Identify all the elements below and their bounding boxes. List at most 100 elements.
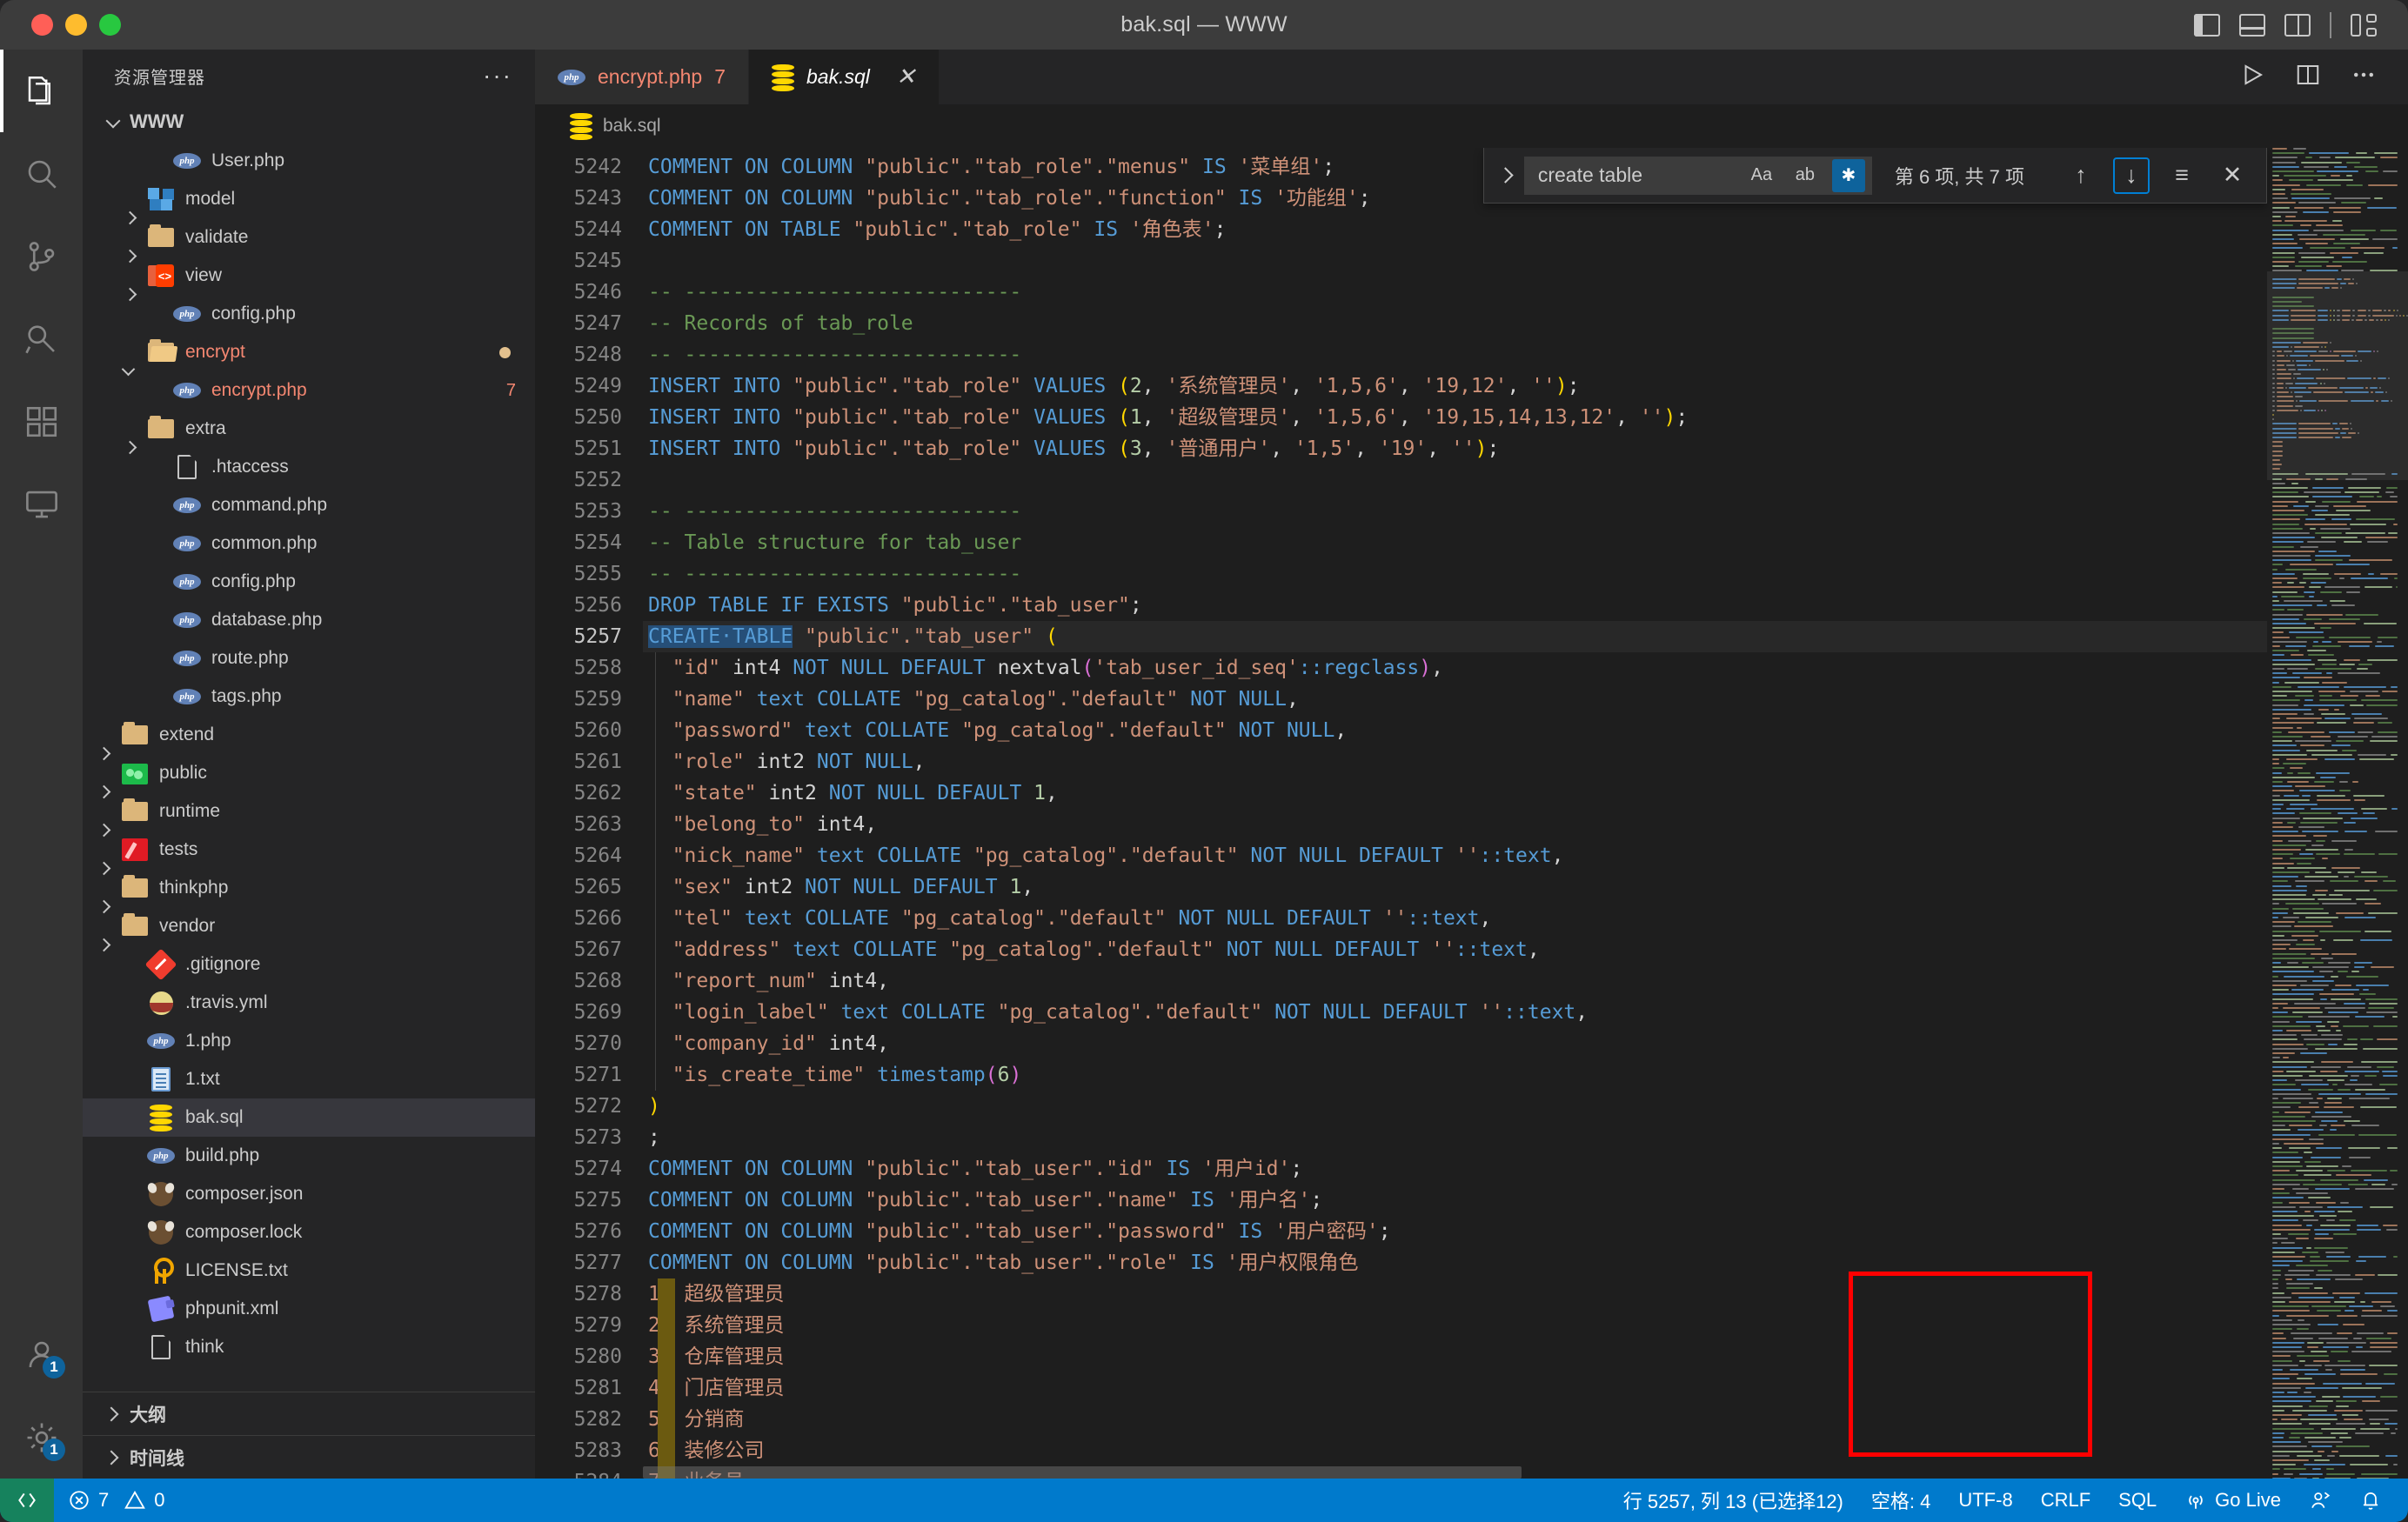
code-line[interactable]: 6: 装修公司	[643, 1435, 2267, 1466]
outline-panel-header[interactable]: 大纲	[83, 1392, 535, 1435]
scrollbar-thumb[interactable]	[643, 1466, 1522, 1479]
chevron-right-icon[interactable]	[102, 1403, 124, 1425]
code-line[interactable]: "nick_name" text COLLATE "pg_catalog"."d…	[643, 840, 2267, 871]
close-tab-icon[interactable]: ✕	[896, 65, 916, 89]
code-line[interactable]: COMMENT ON COLUMN "public"."tab_user"."i…	[643, 1153, 2267, 1185]
code-line[interactable]: -- ----------------------------	[643, 339, 2267, 370]
toggle-panel-icon[interactable]	[2239, 13, 2265, 37]
tab-bak-sql[interactable]: bak.sql ✕	[749, 50, 940, 104]
file-tree-folder[interactable]: public	[83, 754, 535, 792]
code-line[interactable]: "login_label" text COLLATE "pg_catalog".…	[643, 997, 2267, 1028]
file-tree-item[interactable]: php encrypt.php 7	[83, 371, 535, 410]
code-line[interactable]: "company_id" int4,	[643, 1028, 2267, 1059]
code-line[interactable]: 5: 分销商	[643, 1404, 2267, 1435]
file-tree-item[interactable]: composer.json	[83, 1175, 535, 1213]
code-line[interactable]: )	[643, 1091, 2267, 1122]
minimize-window-button[interactable]	[65, 14, 87, 36]
file-tree-item[interactable]: 1.txt	[83, 1060, 535, 1098]
status-cursor-position[interactable]: 行 5257, 列 13 (已选择12)	[1609, 1479, 1857, 1522]
chevron-right-icon[interactable]	[102, 1446, 124, 1469]
file-tree[interactable]: php User.php model validate <> view php config.…	[83, 142, 535, 1392]
sidebar-more-actions-icon[interactable]: ···	[483, 63, 512, 88]
code-line[interactable]: "name" text COLLATE "pg_catalog"."defaul…	[643, 684, 2267, 715]
file-tree-folder[interactable]: extra	[83, 410, 535, 448]
file-tree-item[interactable]: php build.php	[83, 1137, 535, 1175]
file-tree-item[interactable]: php database.php	[83, 601, 535, 639]
code-line[interactable]: COMMENT ON COLUMN "public"."tab_user"."p…	[643, 1216, 2267, 1247]
code-line[interactable]: ;	[643, 1122, 2267, 1153]
minimap[interactable]	[2267, 148, 2408, 1479]
find-widget[interactable]: create table Aa ab ✱ 第 6 项, 共 7 项 ↑ ↓ ≡ …	[1482, 148, 2267, 204]
window-controls[interactable]	[0, 14, 121, 36]
toggle-secondary-sidebar-icon[interactable]	[2284, 13, 2311, 37]
file-tree-item[interactable]: phpunit.xml	[83, 1290, 535, 1328]
code-line[interactable]: 1: 超级管理员	[643, 1278, 2267, 1310]
minimap-slider[interactable]	[2267, 271, 2408, 480]
code-line[interactable]: INSERT INTO "public"."tab_role" VALUES (…	[643, 433, 2267, 464]
file-tree-folder[interactable]: <> view	[83, 257, 535, 295]
activity-source-control-icon[interactable]	[0, 215, 83, 297]
code-line[interactable]: DROP TABLE IF EXISTS "public"."tab_user"…	[643, 590, 2267, 621]
breadcrumb[interactable]: bak.sql	[535, 104, 2408, 148]
file-tree-folder[interactable]: tests	[83, 831, 535, 869]
code-line[interactable]: -- Table structure for tab_user	[643, 527, 2267, 558]
file-tree-folder[interactable]: thinkphp	[83, 869, 535, 907]
file-tree-item[interactable]: php route.php	[83, 639, 535, 678]
activity-extensions-icon[interactable]	[0, 380, 83, 463]
file-tree-folder[interactable]: vendor	[83, 907, 535, 945]
file-tree-folder[interactable]: runtime	[83, 792, 535, 831]
status-encoding[interactable]: UTF-8	[1944, 1479, 2026, 1522]
code-line[interactable]: 2: 系统管理员	[643, 1310, 2267, 1341]
file-tree-item[interactable]: bak.sql	[83, 1098, 535, 1137]
workspace-folder-row[interactable]: WWW	[83, 102, 535, 142]
file-tree-item[interactable]: composer.lock	[83, 1213, 535, 1252]
code-line[interactable]: "password" text COLLATE "pg_catalog"."de…	[643, 715, 2267, 746]
split-editor-icon[interactable]	[2295, 62, 2321, 92]
code-line[interactable]: COMMENT ON COLUMN "public"."tab_user"."r…	[643, 1247, 2267, 1278]
activity-manage-settings-icon[interactable]: 1	[0, 1396, 83, 1479]
find-input[interactable]: create table Aa ab ✱	[1523, 156, 1872, 195]
file-tree-item[interactable]: php tags.php	[83, 678, 535, 716]
status-eol[interactable]: CRLF	[2027, 1479, 2104, 1522]
match-case-icon[interactable]: Aa	[1745, 159, 1778, 192]
file-tree-item[interactable]: php config.php	[83, 295, 535, 333]
activity-explorer-icon[interactable]	[0, 50, 83, 132]
code-editor[interactable]: create table Aa ab ✱ 第 6 项, 共 7 项 ↑ ↓ ≡ …	[535, 148, 2408, 1479]
code-content[interactable]: COMMENT ON COLUMN "public"."tab_role"."m…	[643, 148, 2267, 1479]
match-whole-word-icon[interactable]: ab	[1789, 159, 1822, 192]
file-tree-folder[interactable]: encrypt	[83, 333, 535, 371]
file-tree-folder[interactable]: model	[83, 180, 535, 218]
remote-indicator-icon[interactable]	[0, 1479, 54, 1522]
code-line[interactable]: "tel" text COLLATE "pg_catalog"."default…	[643, 903, 2267, 934]
find-in-selection-icon[interactable]: ≡	[2164, 157, 2200, 194]
code-line[interactable]: CREATE·TABLE "public"."tab_user" (	[643, 621, 2267, 652]
file-tree-item[interactable]: .travis.yml	[83, 984, 535, 1022]
code-line[interactable]: "belong_to" int4,	[643, 809, 2267, 840]
status-go-live[interactable]: Go Live	[2171, 1479, 2295, 1522]
status-feedback-icon[interactable]	[2295, 1479, 2345, 1522]
code-line[interactable]: -- ----------------------------	[643, 558, 2267, 590]
run-icon[interactable]	[2239, 62, 2265, 92]
code-line[interactable]: "address" text COLLATE "pg_catalog"."def…	[643, 934, 2267, 965]
close-find-icon[interactable]: ✕	[2214, 157, 2251, 194]
activity-search-icon[interactable]	[0, 132, 83, 215]
more-actions-icon[interactable]	[2351, 62, 2377, 92]
customize-layout-icon[interactable]	[2351, 13, 2377, 37]
file-tree-item[interactable]: LICENSE.txt	[83, 1252, 535, 1290]
tab-encrypt-php[interactable]: php encrypt.php 7	[535, 50, 749, 104]
timeline-panel-header[interactable]: 时间线	[83, 1435, 535, 1479]
file-tree-folder[interactable]: validate	[83, 218, 535, 257]
close-window-button[interactable]	[31, 14, 53, 36]
code-line[interactable]: "id" int4 NOT NULL DEFAULT nextval('tab_…	[643, 652, 2267, 684]
file-tree-item[interactable]: php 1.php	[83, 1022, 535, 1060]
maximize-window-button[interactable]	[99, 14, 121, 36]
activity-remote-explorer-icon[interactable]	[0, 463, 83, 545]
code-line[interactable]	[643, 464, 2267, 496]
code-line[interactable]	[643, 245, 2267, 277]
code-line[interactable]: 3: 仓库管理员	[643, 1341, 2267, 1372]
code-line[interactable]: "is_create_time" timestamp(6)	[643, 1059, 2267, 1091]
code-line[interactable]: "state" int2 NOT NULL DEFAULT 1,	[643, 778, 2267, 809]
activity-accounts-icon[interactable]: 1	[0, 1313, 83, 1396]
status-notifications-bell-icon[interactable]	[2345, 1479, 2396, 1522]
file-tree-item[interactable]: php command.php	[83, 486, 535, 524]
